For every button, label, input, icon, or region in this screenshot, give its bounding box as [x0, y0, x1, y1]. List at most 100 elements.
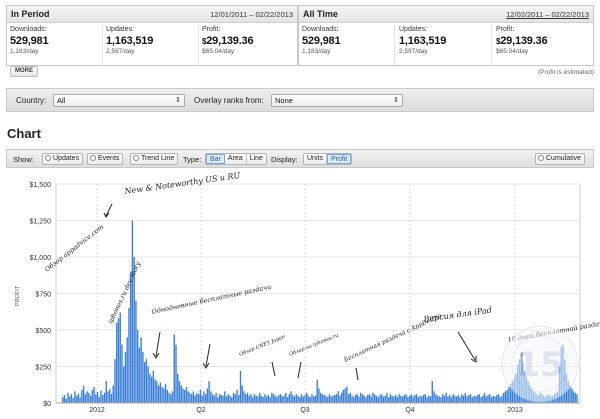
chart-bar: [110, 394, 113, 403]
chart-bar: [482, 395, 484, 403]
chart-bar: [142, 351, 144, 403]
chart-bar: [86, 391, 88, 403]
x-tick-label: Q2: [196, 407, 205, 414]
trend-line-toggle-label: Trend Line: [141, 155, 175, 162]
updates-toggle[interactable]: Updates: [42, 153, 84, 165]
chart-bar: [300, 394, 303, 403]
chart-bar: [428, 395, 430, 403]
summary-section: In Period 12/01/2011 – 02/22/2013 Downlo…: [6, 5, 594, 75]
chart-bar: [278, 394, 280, 403]
updates-rate: 2,597/day: [106, 48, 135, 55]
chart-bar: [81, 389, 83, 403]
chart-bar: [426, 397, 428, 403]
chart-bar: [461, 394, 463, 403]
cumulative-toggle[interactable]: Cumulative: [535, 153, 586, 165]
display-units-option[interactable]: Units: [304, 154, 327, 164]
x-tick-label: 2012: [89, 407, 105, 414]
chart-bar: [445, 392, 447, 403]
chart-bar: [67, 392, 69, 403]
type-label: Type:: [183, 155, 202, 164]
chart-control-bar: Show: Updates Events Trend Line Type: Ba…: [6, 149, 594, 168]
chart-bar: [222, 395, 224, 403]
y-tick-label: $750: [35, 292, 51, 299]
chart-bar: [215, 392, 217, 403]
y-tick-label: $0: [43, 401, 51, 408]
country-select[interactable]: All ⇕: [53, 94, 185, 107]
chart-bar: [68, 396, 71, 403]
chart-bar: [379, 394, 381, 403]
display-label: Display:: [271, 155, 298, 164]
chart-bar: [213, 395, 216, 403]
display-profit-option[interactable]: Profit: [326, 154, 352, 164]
chart-bar: [93, 386, 95, 403]
chart-bar: [264, 394, 266, 403]
chart-bar: [382, 396, 385, 403]
chart-bar: [253, 394, 256, 403]
overlay-select[interactable]: None ⇕: [271, 94, 403, 107]
chart-bar: [368, 394, 371, 403]
overlay-value: None: [275, 96, 293, 105]
chart-bar: [407, 397, 409, 403]
chart-bar: [269, 397, 271, 403]
chart-bar: [267, 394, 270, 403]
chart-bar: [231, 397, 233, 403]
y-tick-label: $1,250: [30, 219, 52, 226]
chart-bar: [281, 396, 284, 403]
chart-bar: [258, 392, 261, 403]
chart-bar: [217, 397, 219, 403]
chart-bar: [159, 382, 162, 403]
x-tick-label: Q4: [405, 407, 414, 414]
chart-bar: [321, 394, 324, 403]
downloads-label: Downloads:: [302, 26, 339, 33]
chart-bar: [473, 395, 475, 403]
chart-bar: [314, 395, 317, 403]
chart-bar: [449, 394, 451, 403]
profit-rate: $65.04/day: [496, 48, 529, 55]
chart-bar: [234, 394, 236, 403]
chart-bar: [344, 388, 346, 403]
chart-bar: [391, 395, 393, 403]
chart-bar: [499, 397, 501, 403]
chart-heading: Chart: [7, 126, 41, 141]
chart-bar: [440, 397, 442, 403]
chart-bar: [459, 397, 461, 403]
chart-bar: [349, 392, 352, 403]
chart-bar: [82, 385, 85, 403]
events-toggle[interactable]: Events: [87, 153, 124, 165]
radio-icon: [538, 155, 544, 161]
in-period-updates: Updates: 1,163,519 2,597/day: [103, 25, 199, 65]
chart-bar: [400, 395, 402, 403]
chart-bar: [187, 391, 189, 403]
chart-bar: [372, 392, 374, 403]
chart-bar: [410, 394, 413, 403]
all-time-date-range[interactable]: 12/02/2011 – 02/22/2013: [506, 10, 589, 19]
chart-bar: [276, 397, 278, 403]
more-button[interactable]: MORE: [10, 66, 38, 77]
chart-bar: [103, 392, 106, 403]
chart-bar: [262, 397, 264, 403]
chart-bar: [164, 384, 167, 403]
type-area-option[interactable]: Area: [224, 154, 247, 164]
chart-bar: [403, 394, 406, 403]
chart-bar: [116, 322, 118, 403]
type-bar-option[interactable]: Bar: [206, 154, 225, 164]
downloads-value: 529,981: [302, 35, 341, 47]
chart-bar: [89, 395, 92, 403]
chart-bar: [88, 392, 90, 403]
chart-bar: [572, 391, 575, 403]
chart-bar: [170, 394, 172, 403]
chart-bar: [95, 394, 97, 403]
chart-bar: [288, 394, 291, 403]
chart-bar: [443, 395, 446, 403]
profit-amount: 29,139.36: [500, 35, 548, 47]
trend-line-toggle[interactable]: Trend Line: [130, 153, 179, 165]
chart-bar: [431, 381, 433, 403]
type-line-option[interactable]: Line: [246, 154, 266, 164]
chart-bar: [283, 395, 285, 403]
watermark-logo: 15: [501, 325, 579, 403]
chart-bar: [421, 396, 423, 403]
chart-bar: [156, 381, 158, 403]
chart-bar: [62, 397, 64, 403]
updates-value: 1,163,519: [106, 35, 154, 47]
chart-bar: [326, 397, 329, 403]
